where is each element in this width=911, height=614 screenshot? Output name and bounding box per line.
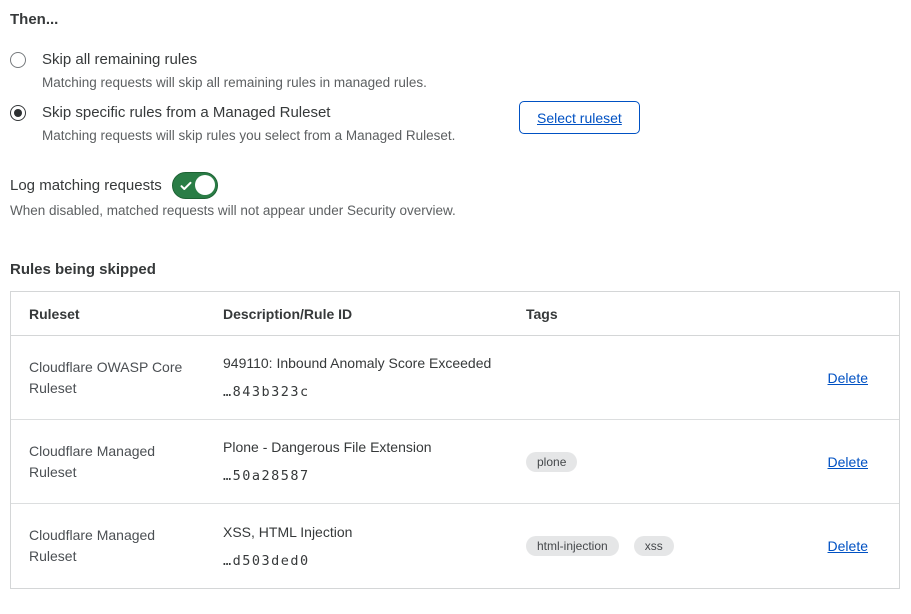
ruleset-name: Cloudflare Managed Ruleset <box>11 441 205 483</box>
tags-cell: plone <box>508 452 781 472</box>
rule-description-cell: XSS, HTML Injection …d503ded0 <box>205 524 508 569</box>
toggle-knob <box>195 175 215 195</box>
checkmark-icon <box>180 179 192 191</box>
rules-being-skipped-table: Ruleset Description/Rule ID Tags Cloudfl… <box>10 291 900 589</box>
option-skip-all-label: Skip all remaining rules <box>42 51 427 69</box>
radio-skip-all-rules[interactable] <box>10 52 26 68</box>
tag-badge: plone <box>526 452 577 472</box>
select-ruleset-button[interactable]: Select ruleset <box>519 101 640 134</box>
column-header-description: Description/Rule ID <box>205 306 508 322</box>
rule-description: Plone - Dangerous File Extension <box>223 439 508 455</box>
log-matching-row: Log matching requests <box>10 172 218 199</box>
delete-rule-link[interactable]: Delete <box>828 538 868 554</box>
option-skip-all-rules: Skip all remaining rules Matching reques… <box>10 51 427 91</box>
then-section-title: Then... <box>10 11 58 28</box>
option-skip-specific-label: Skip specific rules from a Managed Rules… <box>42 104 455 122</box>
ruleset-name: Cloudflare OWASP Core Ruleset <box>11 357 205 399</box>
option-skip-specific-description: Matching requests will skip rules you se… <box>42 128 455 144</box>
actions-cell: Delete <box>781 538 901 554</box>
waf-rule-config-page: Then... Skip all remaining rules Matchin… <box>0 0 911 614</box>
rules-table-title: Rules being skipped <box>10 261 156 278</box>
delete-rule-link[interactable]: Delete <box>828 370 868 386</box>
column-header-tags: Tags <box>508 306 781 322</box>
table-row: Cloudflare OWASP Core Ruleset 949110: In… <box>11 336 899 420</box>
rule-description-cell: Plone - Dangerous File Extension …50a285… <box>205 439 508 484</box>
rule-id: …50a28587 <box>223 468 508 484</box>
delete-rule-link[interactable]: Delete <box>828 454 868 470</box>
option-skip-all-description: Matching requests will skip all remainin… <box>42 75 427 91</box>
table-row: Cloudflare Managed Ruleset XSS, HTML Inj… <box>11 504 899 588</box>
tags-cell: html-injection xss <box>508 536 781 556</box>
radio-skip-specific-rules[interactable] <box>10 105 26 121</box>
table-header-row: Ruleset Description/Rule ID Tags <box>11 292 899 336</box>
ruleset-name: Cloudflare Managed Ruleset <box>11 525 205 567</box>
tag-badge: html-injection <box>526 536 619 556</box>
actions-cell: Delete <box>781 454 901 470</box>
log-matching-label: Log matching requests <box>10 177 162 194</box>
rule-description: 949110: Inbound Anomaly Score Exceeded <box>223 355 508 371</box>
rule-description-cell: 949110: Inbound Anomaly Score Exceeded …… <box>205 355 508 400</box>
option-skip-specific-rules: Skip specific rules from a Managed Rules… <box>10 104 455 144</box>
log-matching-description: When disabled, matched requests will not… <box>10 203 456 218</box>
log-matching-toggle[interactable] <box>172 172 218 199</box>
table-row: Cloudflare Managed Ruleset Plone - Dange… <box>11 420 899 504</box>
rule-id: …d503ded0 <box>223 553 508 569</box>
tag-badge: xss <box>634 536 674 556</box>
column-header-ruleset: Ruleset <box>11 306 205 322</box>
rule-description: XSS, HTML Injection <box>223 524 508 540</box>
actions-cell: Delete <box>781 370 901 386</box>
rule-id: …843b323c <box>223 384 508 400</box>
